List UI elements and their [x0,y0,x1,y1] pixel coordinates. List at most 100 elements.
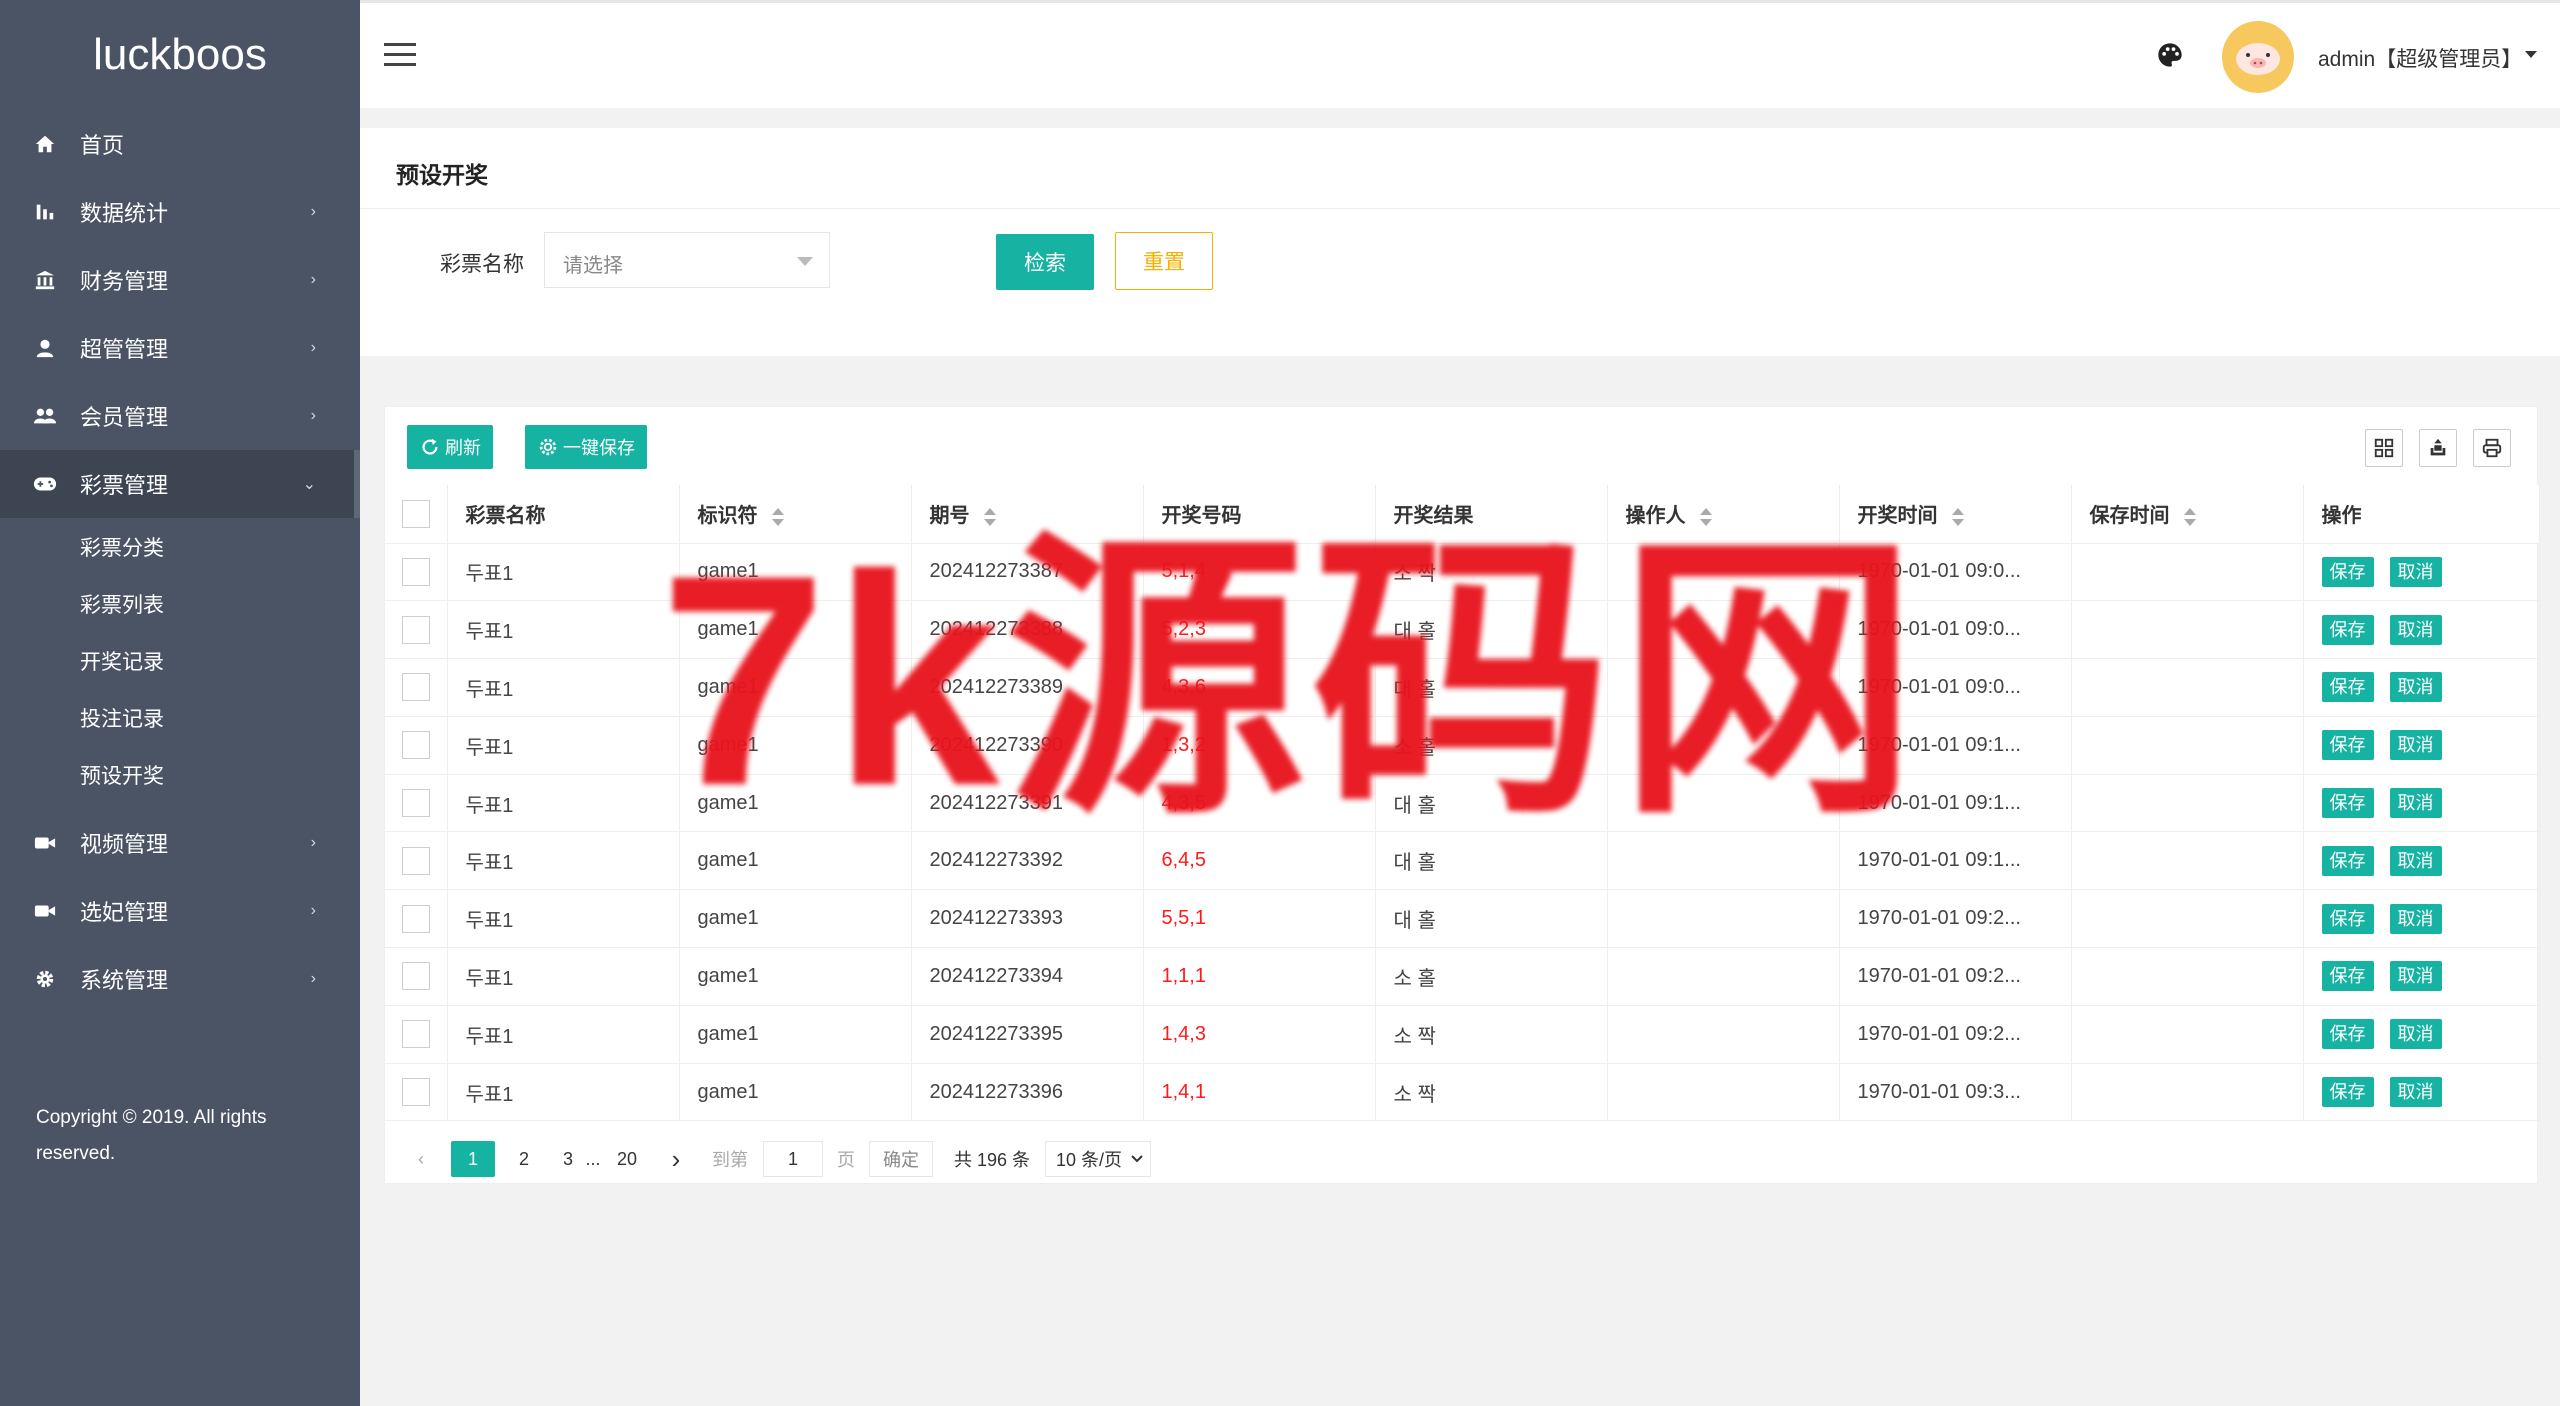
row-checkbox[interactable] [385,1005,448,1064]
col-header-identifier[interactable]: 标识符 [679,485,912,544]
table-row: 두표1 game1 202412273392 6,4,5 대 홀 1970-01-01 0… [385,831,2540,891]
row-save-button[interactable]: 保存 [2321,1077,2374,1108]
row-checkbox[interactable] [385,716,448,775]
row-save-button[interactable]: 保存 [2321,1019,2374,1050]
lottery-name-label: 彩票名称 [440,253,524,276]
menu-toggle-icon[interactable] [384,43,416,67]
row-save-button[interactable]: 保存 [2321,672,2374,703]
caret-down-icon[interactable] [2525,51,2537,58]
cell-operator [1607,831,1840,891]
page-size-select[interactable]: 10 条/页 [1045,1141,1151,1177]
row-save-button[interactable]: 保存 [2321,845,2374,876]
sidebar-item-selection[interactable]: 选妃管理 › [0,877,360,945]
prev-page-icon[interactable]: ‹ [409,1141,433,1177]
pagination: ‹ 1 2 3 ... 20 › 到第 1 页 确定 共 196 条 10 条/… [385,1133,2537,1177]
columns-filter-icon[interactable] [2365,429,2403,467]
page-3[interactable]: 3 [553,1141,583,1177]
search-card: 预设开奖 彩票名称 请选择 检索 重置 [360,128,2560,356]
chevron-right-icon: › [310,407,316,424]
sidebar-item-system[interactable]: 系统管理 › [0,945,360,1013]
row-checkbox[interactable] [385,889,448,949]
cell-draw-time: 1970-01-01 09:2... [1839,947,2072,1006]
row-checkbox[interactable] [385,543,448,602]
table-row: 두표1 game1 202412273388 5,2,3 대 홀 1970-01-01 0… [385,600,2540,660]
row-save-button[interactable]: 保存 [2321,788,2374,819]
col-header-period[interactable]: 期号 [911,485,1144,544]
row-checkbox[interactable] [385,658,448,717]
sidebar-item-members[interactable]: 会员管理 › [0,382,360,450]
cell-draw-time: 1970-01-01 09:2... [1839,1005,2072,1064]
refresh-button[interactable]: 刷新 [407,425,493,469]
row-save-button[interactable]: 保存 [2321,614,2374,645]
search-button[interactable]: 检索 [996,234,1094,290]
row-cancel-button[interactable]: 取消 [2389,556,2442,587]
lottery-name-select[interactable]: 请选择 [544,232,830,288]
row-checkbox[interactable] [385,831,448,891]
save-all-button[interactable]: 一键保存 [525,425,647,469]
row-checkbox[interactable] [385,600,448,660]
cell-draw-time: 1970-01-01 09:1... [1839,716,2072,775]
user-icon [32,335,58,361]
submenu-item-preset-draw[interactable]: 预设开奖 [0,746,360,803]
row-cancel-button[interactable]: 取消 [2389,1019,2442,1050]
col-header-save-time[interactable]: 保存时间 [2071,485,2304,544]
print-icon[interactable] [2473,429,2511,467]
submenu-item-draw-records[interactable]: 开奖记录 [0,632,360,689]
avatar[interactable] [2222,21,2294,93]
app-logo[interactable]: luckboos [0,0,360,110]
sidebar-item-videos[interactable]: 视频管理 › [0,809,360,877]
page-20[interactable]: 20 [607,1141,647,1177]
cell-draw-number: 5,1,4 [1143,543,1376,602]
col-header-operator[interactable]: 操作人 [1607,485,1840,544]
row-cancel-button[interactable]: 取消 [2389,845,2442,876]
sort-icon[interactable] [1951,507,1964,526]
user-name[interactable]: admin【超级管理员】 [2318,43,2522,73]
sort-icon[interactable] [983,507,996,526]
submenu-item-lottery-list[interactable]: 彩票列表 [0,575,360,632]
sidebar-item-lottery[interactable]: 彩票管理 ⌄ [0,450,360,518]
col-header-draw-time[interactable]: 开奖时间 [1839,485,2072,544]
row-cancel-button[interactable]: 取消 [2389,961,2442,992]
row-checkbox[interactable] [385,947,448,1006]
row-save-button[interactable]: 保存 [2321,903,2374,934]
theme-palette-icon[interactable] [2156,41,2184,69]
row-cancel-button[interactable]: 取消 [2389,672,2442,703]
row-cancel-button[interactable]: 取消 [2389,1077,2442,1108]
row-save-button[interactable]: 保存 [2321,961,2374,992]
select-all-checkbox[interactable] [385,485,448,544]
cell-actions: 保存 取消 [2303,774,2540,833]
row-save-button[interactable]: 保存 [2321,730,2374,761]
next-page-icon[interactable]: › [661,1141,691,1177]
cell-identifier: game1 [679,543,912,602]
row-save-button[interactable]: 保存 [2321,556,2374,587]
row-checkbox[interactable] [385,1063,448,1122]
cell-draw-number: 5,2,3 [1143,600,1376,660]
table-row: 두표1 game1 202412273390 1,3,2 소 홀 1970-01-01 0… [385,716,2540,775]
sidebar-item-label: 超管管理 [80,337,169,362]
sort-icon[interactable] [1699,507,1712,526]
cell-lottery-name: 두표1 [447,889,680,949]
page-2[interactable]: 2 [509,1141,539,1177]
row-cancel-button[interactable]: 取消 [2389,730,2442,761]
row-cancel-button[interactable]: 取消 [2389,788,2442,819]
row-checkbox[interactable] [385,774,448,833]
sidebar-item-statistics[interactable]: 数据统计 › [0,178,360,246]
submenu-item-lottery-category[interactable]: 彩票分类 [0,518,360,575]
sidebar-item-admin[interactable]: 超管管理 › [0,314,360,382]
submenu-item-bet-records[interactable]: 投注记录 [0,689,360,746]
sidebar-item-home[interactable]: 首页 [0,110,360,178]
goto-confirm-button[interactable]: 确定 [869,1141,933,1177]
table-row: 두표1 game1 202412273391 4,3,5 대 홀 1970-01-01 0… [385,774,2540,833]
reset-button[interactable]: 重置 [1115,232,1213,290]
gamepad-icon [32,471,58,497]
row-cancel-button[interactable]: 取消 [2389,614,2442,645]
table-header-row: 彩票名称 标识符 期号 开奖号码 开奖结果 操作人 开奖时间 保存时间 操作 [385,485,2540,544]
page-1[interactable]: 1 [451,1141,495,1177]
table-row: 두표1 game1 202412273387 5,1,4 소 짝 1970-01-01 0… [385,543,2540,602]
sidebar-item-finance[interactable]: 财务管理 › [0,246,360,314]
sort-icon[interactable] [771,507,784,526]
sort-icon[interactable] [2183,507,2196,526]
goto-page-input[interactable]: 1 [763,1141,823,1177]
export-icon[interactable] [2419,429,2457,467]
row-cancel-button[interactable]: 取消 [2389,903,2442,934]
